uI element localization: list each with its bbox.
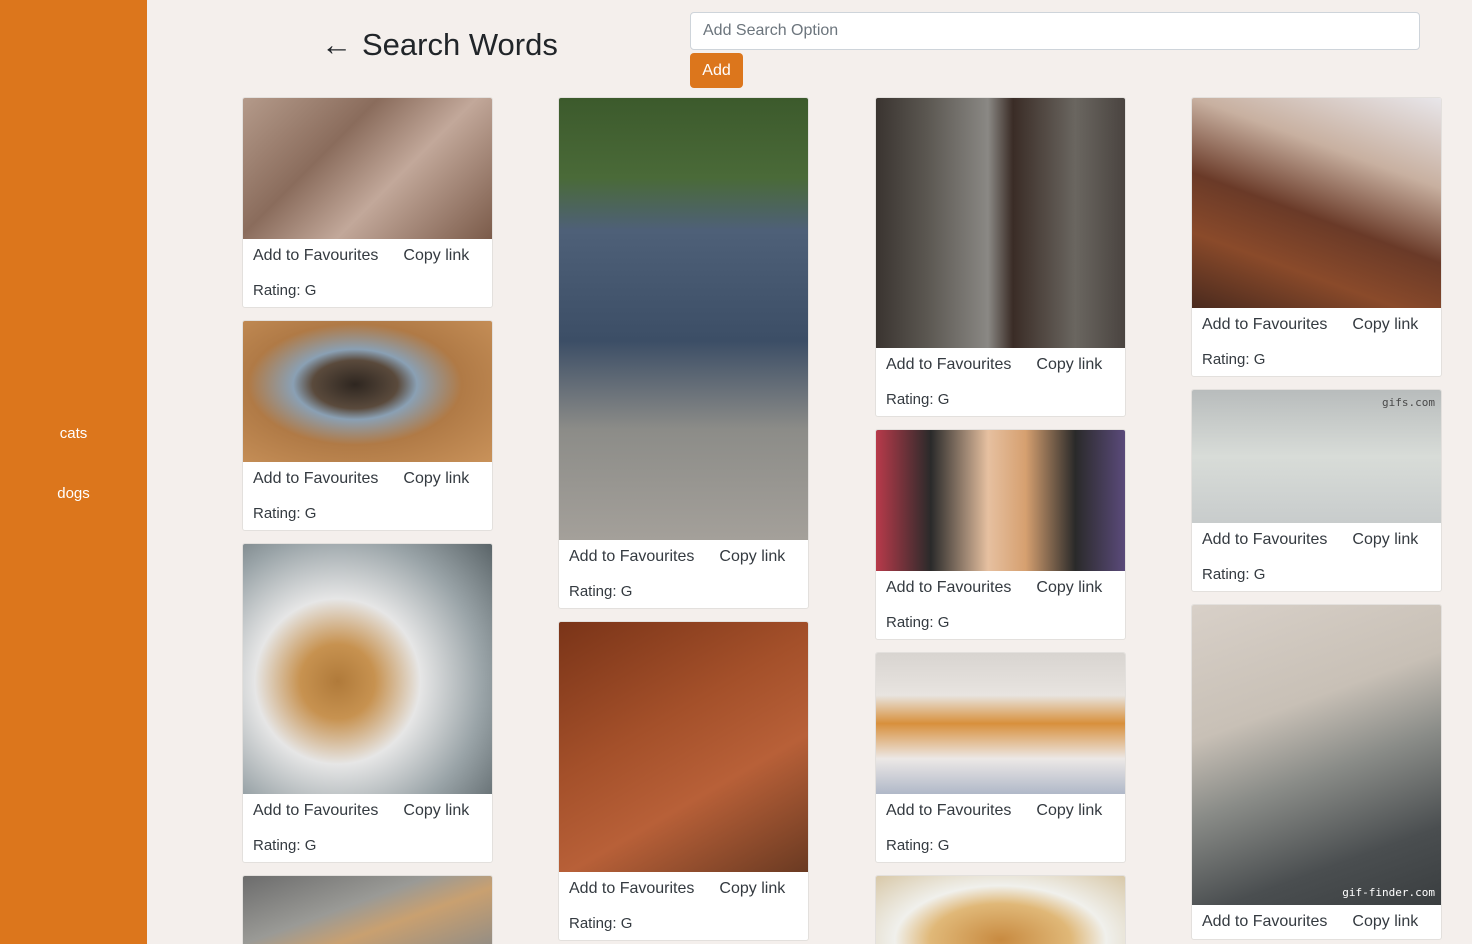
gif-card: [242, 875, 493, 944]
gif-card: [875, 875, 1126, 944]
copy-link-button[interactable]: Copy link: [719, 548, 785, 566]
rating-text: Rating: G: [253, 504, 317, 522]
copy-link-button[interactable]: Copy link: [1352, 316, 1418, 334]
copy-link-button[interactable]: Copy link: [403, 247, 469, 265]
rating-text: Rating: G: [886, 836, 950, 854]
gif-card: gif-finder.com Add to Favourites Copy lin…: [1191, 604, 1442, 940]
sidebar: cats dogs: [0, 0, 147, 944]
copy-link-button[interactable]: Copy link: [403, 802, 469, 820]
rating-text: Rating: G: [886, 390, 950, 408]
copy-link-button[interactable]: Copy link: [1036, 356, 1102, 374]
copy-link-button[interactable]: Copy link: [1352, 531, 1418, 549]
copy-link-button[interactable]: Copy link: [1036, 802, 1102, 820]
watermark: gifs.com: [1382, 396, 1435, 409]
gif-card: Add to Favourites Copy link Rating: G: [875, 652, 1126, 863]
add-button[interactable]: Add: [690, 53, 743, 88]
gif-image[interactable]: [876, 98, 1125, 348]
watermark: gif-finder.com: [1342, 886, 1435, 899]
rating-text: Rating: G: [1202, 565, 1266, 583]
gif-image[interactable]: [876, 430, 1125, 571]
gif-card: Add to Favourites Copy link Rating: G: [875, 429, 1126, 640]
add-to-favourites-button[interactable]: Add to Favourites: [569, 548, 694, 566]
gif-card: Add to Favourites Copy link Rating: G: [242, 320, 493, 531]
gif-image[interactable]: gif-finder.com: [1192, 605, 1441, 905]
sidebar-item-cats[interactable]: cats: [0, 425, 147, 442]
rating-text: Rating: G: [569, 914, 633, 932]
rating-text: Rating: G: [886, 613, 950, 631]
add-to-favourites-button[interactable]: Add to Favourites: [886, 579, 1011, 597]
add-to-favourites-button[interactable]: Add to Favourites: [253, 470, 378, 488]
gif-card: gifs.com Add to Favourites Copy link Rati…: [1191, 389, 1442, 592]
copy-link-button[interactable]: Copy link: [1352, 913, 1418, 931]
rating-text: Rating: G: [569, 582, 633, 600]
gif-card: Add to Favourites Copy link Rating: G: [875, 97, 1126, 417]
gif-image[interactable]: [243, 321, 492, 462]
rating-text: Rating: G: [253, 836, 317, 854]
gif-image[interactable]: [243, 876, 492, 944]
add-to-favourites-button[interactable]: Add to Favourites: [886, 356, 1011, 374]
rating-text: Rating: G: [253, 281, 317, 299]
gif-card: Add to Favourites Copy link Rating: G: [242, 97, 493, 308]
search-input[interactable]: [690, 12, 1420, 50]
sidebar-item-dogs[interactable]: dogs: [0, 485, 147, 502]
gif-card: Add to Favourites Copy link Rating: G: [1191, 97, 1442, 377]
gif-image[interactable]: gifs.com: [1192, 390, 1441, 523]
gif-image[interactable]: [559, 622, 808, 872]
add-to-favourites-button[interactable]: Add to Favourites: [1202, 913, 1327, 931]
page-title: Search Words: [362, 27, 558, 62]
add-to-favourites-button[interactable]: Add to Favourites: [1202, 531, 1327, 549]
add-to-favourites-button[interactable]: Add to Favourites: [253, 247, 378, 265]
gif-image[interactable]: [243, 544, 492, 794]
add-to-favourites-button[interactable]: Add to Favourites: [253, 802, 378, 820]
add-to-favourites-button[interactable]: Add to Favourites: [1202, 316, 1327, 334]
copy-link-button[interactable]: Copy link: [1036, 579, 1102, 597]
gif-image[interactable]: [876, 653, 1125, 794]
copy-link-button[interactable]: Copy link: [719, 880, 785, 898]
gif-image[interactable]: [876, 876, 1125, 944]
copy-link-button[interactable]: Copy link: [403, 470, 469, 488]
gif-card: Add to Favourites Copy link Rating: G: [558, 621, 809, 941]
add-to-favourites-button[interactable]: Add to Favourites: [886, 802, 1011, 820]
gif-image[interactable]: [559, 98, 808, 540]
gif-card: Add to Favourites Copy link Rating: G: [558, 97, 809, 609]
gif-image[interactable]: [1192, 98, 1441, 308]
add-to-favourites-button[interactable]: Add to Favourites: [569, 880, 694, 898]
gif-image[interactable]: [243, 98, 492, 239]
back-arrow-icon[interactable]: ←: [321, 27, 352, 62]
rating-text: Rating: G: [1202, 350, 1266, 368]
back-title[interactable]: ← Search Words: [321, 27, 558, 63]
gif-card: Add to Favourites Copy link Rating: G: [242, 543, 493, 863]
